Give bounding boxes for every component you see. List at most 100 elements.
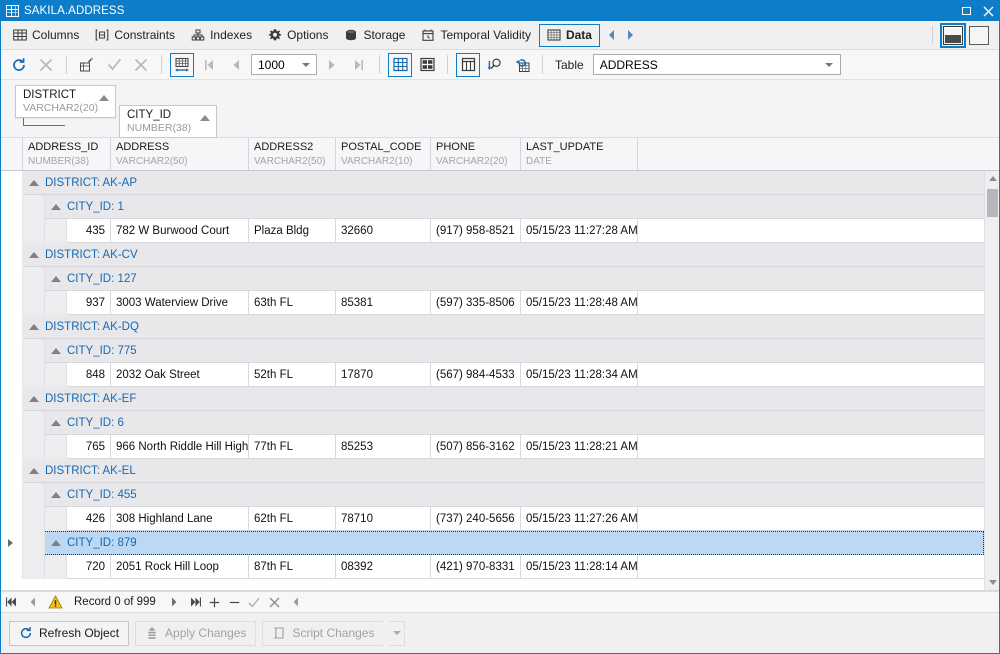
table-cell[interactable]: (737) 240-5656 bbox=[431, 507, 521, 531]
row-gutter[interactable] bbox=[1, 363, 23, 387]
table-cell[interactable]: 52th FL bbox=[249, 363, 336, 387]
group-row-cityid[interactable]: CITY_ID: 6 bbox=[1, 411, 984, 435]
group-chip-district[interactable]: DISTRICT VARCHAR2(20) bbox=[15, 85, 116, 118]
prev-page-icon[interactable] bbox=[224, 53, 248, 77]
group-header-cell[interactable]: CITY_ID: 879 bbox=[45, 531, 984, 555]
table-cell[interactable]: 05/15/23 11:28:48 AM bbox=[521, 291, 638, 315]
script-changes-dropdown[interactable] bbox=[389, 620, 406, 646]
tab-temporal-validity[interactable]: Temporal Validity bbox=[413, 24, 538, 47]
group-header-cell[interactable]: CITY_ID: 1 bbox=[45, 195, 984, 219]
table-cell[interactable]: 05/15/23 11:28:14 AM bbox=[521, 555, 638, 579]
row-gutter[interactable] bbox=[1, 219, 23, 243]
row-gutter[interactable] bbox=[1, 435, 23, 459]
row-gutter[interactable] bbox=[1, 555, 23, 579]
group-by-panel[interactable]: DISTRICT VARCHAR2(20) CITY_ID NUMBER(38) bbox=[1, 80, 999, 138]
table-cell[interactable]: 77th FL bbox=[249, 435, 336, 459]
row-gutter[interactable] bbox=[1, 195, 23, 219]
group-row-district[interactable]: DISTRICT: AK-EF bbox=[1, 387, 984, 411]
table-cell[interactable]: 78710 bbox=[336, 507, 431, 531]
group-header-cell[interactable]: DISTRICT: AK-EL bbox=[23, 459, 984, 483]
tab-indexes[interactable]: Indexes bbox=[183, 24, 260, 47]
table-cell[interactable]: 17870 bbox=[336, 363, 431, 387]
table-cell[interactable]: 87th FL bbox=[249, 555, 336, 579]
group-header-cell[interactable]: CITY_ID: 127 bbox=[45, 267, 984, 291]
group-row-cityid[interactable]: CITY_ID: 455 bbox=[1, 483, 984, 507]
table-cell[interactable]: 05/15/23 11:27:26 AM bbox=[521, 507, 638, 531]
row-gutter[interactable] bbox=[1, 339, 23, 363]
row-gutter[interactable] bbox=[1, 315, 23, 339]
commit-check-icon[interactable] bbox=[102, 53, 126, 77]
table-cell[interactable]: 32660 bbox=[336, 219, 431, 243]
first-page-icon[interactable] bbox=[197, 53, 221, 77]
group-row-cityid[interactable]: CITY_ID: 127 bbox=[1, 267, 984, 291]
tab-storage[interactable]: Storage bbox=[336, 24, 413, 47]
table-cell[interactable]: 435 bbox=[67, 219, 111, 243]
table-row[interactable]: 765 966 North Riddle Hill High… 77th FL 852… bbox=[1, 435, 984, 459]
table-cell[interactable]: 63th FL bbox=[249, 291, 336, 315]
row-gutter[interactable] bbox=[1, 459, 23, 483]
collapse-triangle-icon[interactable] bbox=[29, 467, 39, 474]
nav-last-icon[interactable] bbox=[187, 594, 202, 611]
group-row-district[interactable]: DISTRICT: AK-CV bbox=[1, 243, 984, 267]
collapse-triangle-icon[interactable] bbox=[29, 395, 39, 402]
filter-sort-icon[interactable] bbox=[483, 53, 507, 77]
collapse-triangle-icon[interactable] bbox=[29, 323, 39, 330]
table-cell[interactable]: 62th FL bbox=[249, 507, 336, 531]
row-gutter[interactable] bbox=[1, 291, 23, 315]
table-row[interactable]: 426 308 Highland Lane 62th FL 78710 (737) 24… bbox=[1, 507, 984, 531]
row-gutter[interactable] bbox=[1, 411, 23, 435]
group-row-cityid[interactable]: CITY_ID: 879 bbox=[1, 531, 984, 555]
table-cell[interactable]: (597) 335-8506 bbox=[431, 291, 521, 315]
last-page-icon[interactable] bbox=[347, 53, 371, 77]
table-cell[interactable]: (917) 958-8521 bbox=[431, 219, 521, 243]
table-cell[interactable]: 2051 Rock Hill Loop bbox=[111, 555, 249, 579]
table-cell[interactable]: 782 W Burwood Court bbox=[111, 219, 249, 243]
table-cell[interactable]: 308 Highland Lane bbox=[111, 507, 249, 531]
table-cell[interactable]: Plaza Bldg bbox=[249, 219, 336, 243]
maximize-button[interactable] bbox=[955, 1, 977, 21]
group-by-icon[interactable] bbox=[456, 52, 480, 77]
tab-options[interactable]: Options bbox=[260, 24, 336, 47]
vertical-scrollbar[interactable] bbox=[984, 171, 999, 590]
group-row-district[interactable]: DISTRICT: AK-EL bbox=[1, 459, 984, 483]
table-combo[interactable]: ADDRESS bbox=[592, 54, 841, 75]
table-cell[interactable]: (567) 984-4533 bbox=[431, 363, 521, 387]
table-row[interactable]: 937 3003 Waterview Drive 63th FL 85381 (597)… bbox=[1, 291, 984, 315]
table-cell[interactable]: 426 bbox=[67, 507, 111, 531]
grid-view-icon[interactable] bbox=[388, 52, 412, 77]
nav-prev-icon[interactable] bbox=[25, 594, 40, 611]
single-view-icon[interactable] bbox=[969, 25, 989, 45]
split-view-icon[interactable] bbox=[940, 22, 966, 48]
scroll-up-icon[interactable] bbox=[985, 171, 999, 186]
group-row-district[interactable]: DISTRICT: AK-AP bbox=[1, 171, 984, 195]
table-cell[interactable]: 765 bbox=[67, 435, 111, 459]
group-row-cityid[interactable]: CITY_ID: 1 bbox=[1, 195, 984, 219]
row-gutter[interactable] bbox=[1, 171, 23, 195]
collapse-triangle-icon[interactable] bbox=[29, 179, 39, 186]
table-cell[interactable]: 85381 bbox=[336, 291, 431, 315]
refresh-object-button[interactable]: Refresh Object bbox=[9, 620, 130, 646]
group-chip-cityid[interactable]: CITY_ID NUMBER(38) bbox=[119, 105, 217, 138]
row-gutter[interactable] bbox=[1, 243, 23, 267]
table-cell[interactable]: 3003 Waterview Drive bbox=[111, 291, 249, 315]
group-header-cell[interactable]: DISTRICT: AK-AP bbox=[23, 171, 984, 195]
table-cell[interactable]: 2032 Oak Street bbox=[111, 363, 249, 387]
group-header-cell[interactable]: CITY_ID: 455 bbox=[45, 483, 984, 507]
grid-rows-area[interactable]: DISTRICT: AK-AP CITY_ID: 1 435 782 W Burwoo… bbox=[1, 171, 984, 590]
collapse-triangle-icon[interactable] bbox=[51, 491, 61, 498]
table-cell[interactable]: (421) 970-8331 bbox=[431, 555, 521, 579]
refresh-table-icon[interactable] bbox=[510, 53, 534, 77]
table-cell[interactable]: 966 North Riddle Hill High… bbox=[111, 435, 249, 459]
table-cell[interactable]: 05/15/23 11:28:21 AM bbox=[521, 435, 638, 459]
rollback-x-icon[interactable] bbox=[129, 53, 153, 77]
nav-first-icon[interactable] bbox=[5, 594, 20, 611]
table-cell[interactable]: 85253 bbox=[336, 435, 431, 459]
collapse-triangle-icon[interactable] bbox=[51, 275, 61, 282]
collapse-triangle-icon[interactable] bbox=[51, 419, 61, 426]
cancel-icon[interactable] bbox=[34, 53, 58, 77]
row-gutter[interactable] bbox=[1, 267, 23, 291]
scrollbar-thumb[interactable] bbox=[987, 189, 998, 217]
group-header-cell[interactable]: DISTRICT: AK-EF bbox=[23, 387, 984, 411]
table-cell[interactable]: 720 bbox=[67, 555, 111, 579]
script-changes-button[interactable]: Script Changes bbox=[262, 620, 384, 646]
